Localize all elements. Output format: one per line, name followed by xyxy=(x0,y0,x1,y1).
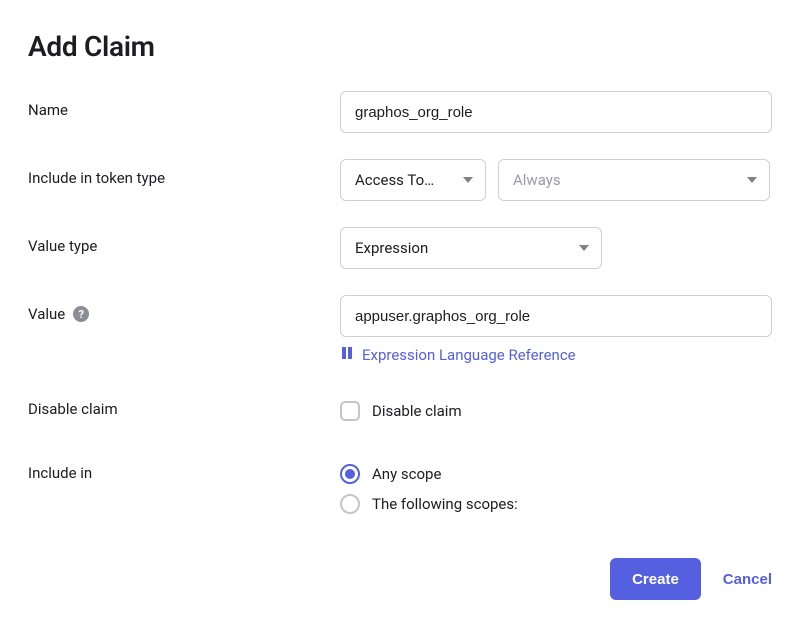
name-label: Name xyxy=(28,91,340,119)
help-icon[interactable]: ? xyxy=(73,306,89,322)
radio-any-scope-label: Any scope xyxy=(372,465,441,483)
cancel-button[interactable]: Cancel xyxy=(723,571,772,588)
disable-claim-checkbox[interactable] xyxy=(340,401,360,421)
token-condition-select[interactable]: Always xyxy=(498,159,770,201)
radio-any-scope[interactable]: Any scope xyxy=(340,464,772,484)
row-disable-claim: Disable claim Disable claim xyxy=(28,390,772,432)
expression-reference-link[interactable]: Expression Language Reference xyxy=(362,346,576,364)
radio-icon-unselected xyxy=(340,494,360,514)
row-include-in: Include in Any scope The following scope… xyxy=(28,458,772,514)
token-type-select[interactable]: Access To… xyxy=(340,159,486,201)
row-name: Name xyxy=(28,91,772,133)
value-type-label: Value type xyxy=(28,227,340,255)
token-type-label: Include in token type xyxy=(28,159,340,187)
radio-icon-selected xyxy=(340,464,360,484)
row-value: Value ? Expression Language Reference xyxy=(28,295,772,364)
chevron-down-icon xyxy=(463,177,473,183)
row-token-type: Include in token type Access To… Always xyxy=(28,159,772,201)
token-type-selected: Access To… xyxy=(355,171,434,189)
value-type-selected: Expression xyxy=(355,239,428,257)
include-in-label: Include in xyxy=(28,458,340,482)
token-condition-selected: Always xyxy=(513,171,561,189)
create-button[interactable]: Create xyxy=(610,558,701,600)
chevron-down-icon xyxy=(747,177,757,183)
disable-claim-label: Disable claim xyxy=(28,390,340,418)
page-title: Add Claim xyxy=(28,30,772,63)
footer-actions: Create Cancel xyxy=(28,558,772,600)
name-input[interactable] xyxy=(340,91,772,133)
book-icon xyxy=(340,345,354,364)
value-input[interactable] xyxy=(340,295,772,337)
radio-following-scopes[interactable]: The following scopes: xyxy=(340,494,772,514)
row-value-type: Value type Expression xyxy=(28,227,772,269)
value-label: Value xyxy=(28,305,65,323)
add-claim-form: Name Include in token type Access To… Al… xyxy=(28,91,772,514)
radio-following-scopes-label: The following scopes: xyxy=(372,495,518,513)
chevron-down-icon xyxy=(579,245,589,251)
disable-claim-checkbox-wrap[interactable]: Disable claim xyxy=(340,390,772,432)
disable-claim-checkbox-label: Disable claim xyxy=(372,402,462,420)
value-type-select[interactable]: Expression xyxy=(340,227,602,269)
